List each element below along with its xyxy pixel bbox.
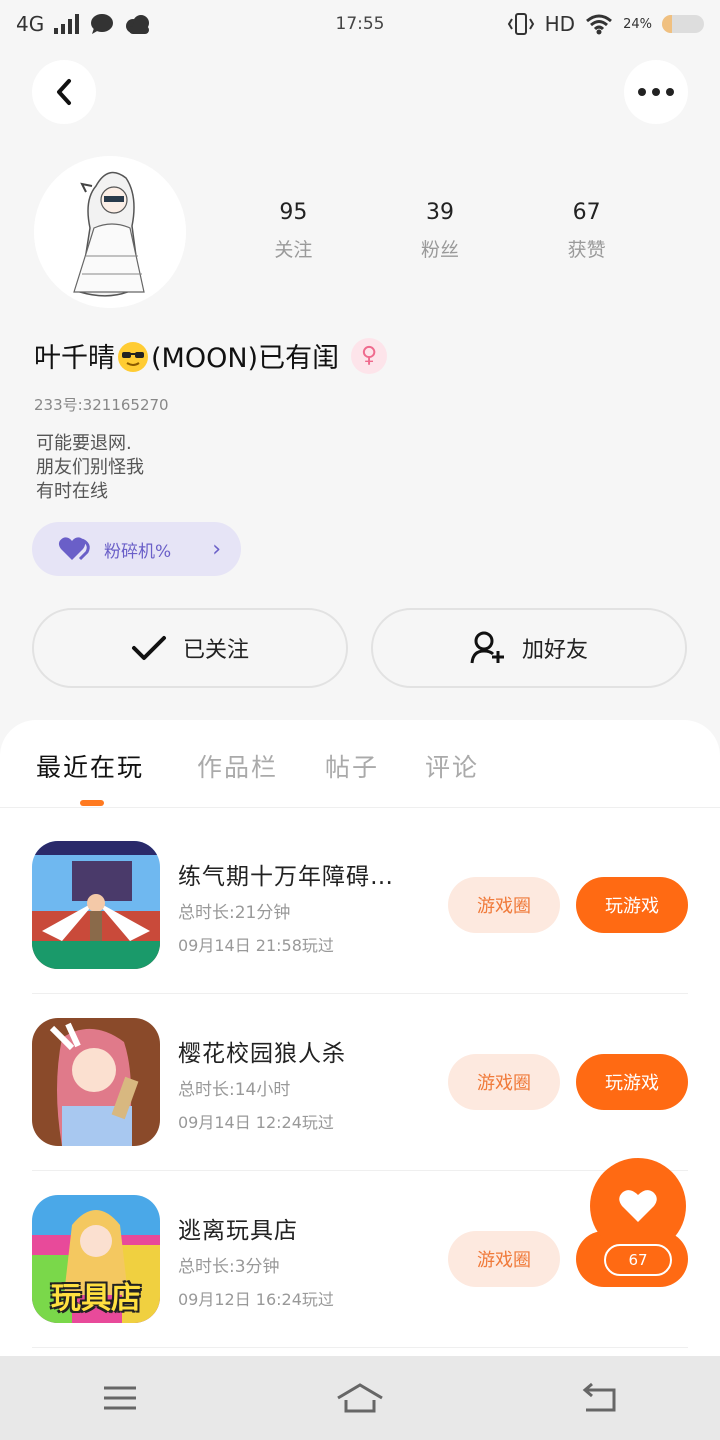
tab-posts[interactable]: 帖子 — [325, 748, 379, 784]
stat-label: 关注 — [274, 239, 313, 261]
bio-line: 可能要退网. — [36, 433, 132, 454]
avatar[interactable] — [34, 156, 186, 308]
tab-recent-played[interactable]: 最近在玩 — [36, 748, 144, 784]
stat-followers[interactable]: 39 粉丝 — [367, 200, 514, 262]
chevron-right-icon: › — [212, 536, 221, 562]
stat-likes[interactable]: 67 获赞 — [513, 200, 660, 262]
back-icon — [582, 1382, 616, 1412]
nav-menu-button[interactable] — [80, 1368, 160, 1428]
game-icon[interactable]: 玩具店 — [32, 1195, 160, 1323]
bio-line: 有时在线 — [36, 481, 108, 502]
vibrate-icon — [507, 13, 534, 35]
menu-icon — [104, 1386, 136, 1410]
stat-value: 67 — [572, 200, 601, 225]
game-title: 逃离玩具店 — [178, 1218, 298, 1244]
tab-bar: 最近在玩 作品栏 帖子 评论 — [0, 720, 720, 808]
battery-icon — [662, 15, 704, 33]
game-cover-image — [32, 841, 160, 969]
wifi-icon — [586, 14, 613, 35]
battery-percent: 24% — [623, 16, 652, 32]
active-tab-indicator — [80, 800, 104, 806]
female-gender-icon: ♀ — [351, 337, 388, 374]
more-button[interactable] — [624, 60, 688, 124]
system-nav-bar — [0, 1356, 720, 1440]
game-title: 练气期十万年障碍… — [178, 864, 394, 890]
like-count-badge: 67 — [604, 1244, 672, 1276]
add-friend-button[interactable]: 加好友 — [371, 608, 687, 688]
message-icon — [91, 14, 114, 34]
game-circle-button[interactable]: 游戏圈 — [448, 1231, 560, 1287]
check-icon — [131, 636, 166, 660]
battery-level-fill — [662, 15, 673, 33]
status-bar: 4G 17:55 HD 24% — [0, 0, 720, 48]
hd-label: HD — [544, 12, 576, 36]
status-right: HD 24% — [507, 12, 704, 36]
signal-icon — [54, 14, 80, 34]
bio-line: 朋友们别怪我 — [36, 457, 144, 478]
game-list-item[interactable]: 练气期十万年障碍… 总时长:21分钟 09月14日 21:58玩过 游戏圈 玩游… — [32, 841, 688, 1018]
like-fab-button[interactable] — [590, 1158, 686, 1254]
tab-comments[interactable]: 评论 — [425, 748, 479, 784]
play-game-button[interactable]: 玩游戏 — [576, 1054, 688, 1110]
avatar-illustration — [34, 156, 186, 308]
following-label: 已关注 — [182, 638, 249, 663]
game-icon[interactable] — [32, 841, 160, 969]
divider — [32, 1347, 688, 1348]
profile-stats: 95 关注 39 粉丝 67 获赞 — [220, 200, 660, 262]
game-last-played: 09月12日 16:24玩过 — [178, 1290, 334, 1309]
game-list-item[interactable]: 樱花校园狼人杀 总时长:14小时 09月14日 12:24玩过 游戏圈 玩游戏 — [32, 1018, 688, 1195]
game-duration: 总时长:14小时 — [178, 1080, 291, 1100]
stat-following[interactable]: 95 关注 — [220, 200, 367, 262]
user-id: 233号:321165270 — [34, 396, 169, 414]
game-duration: 总时长:3分钟 — [178, 1257, 280, 1277]
play-game-button[interactable]: 玩游戏 — [576, 877, 688, 933]
level-label: 粉碎机% — [104, 541, 172, 562]
username-suffix: (MOON)已有闺 — [151, 343, 340, 374]
add-user-icon — [470, 631, 504, 664]
bio: 可能要退网. 朋友们别怪我 有时在线 — [36, 432, 144, 504]
game-icon[interactable] — [32, 1018, 160, 1146]
username: 叶千晴 (MOON)已有闺 ♀ — [34, 336, 388, 375]
more-dots-icon — [638, 88, 674, 96]
game-circle-button[interactable]: 游戏圈 — [448, 877, 560, 933]
following-button[interactable]: 已关注 — [32, 608, 348, 688]
divider — [32, 1170, 688, 1171]
game-last-played: 09月14日 12:24玩过 — [178, 1113, 334, 1132]
stat-value: 95 — [279, 200, 308, 225]
tab-works[interactable]: 作品栏 — [197, 748, 278, 784]
sunglasses-emoji-icon — [118, 342, 148, 372]
game-last-played: 09月14日 21:58玩过 — [178, 936, 334, 955]
cloud-icon — [126, 15, 150, 34]
divider — [32, 993, 688, 994]
stat-label: 粉丝 — [421, 239, 460, 261]
nav-back-button[interactable] — [560, 1368, 640, 1428]
status-left: 4G — [16, 12, 152, 36]
game-list-item[interactable]: 玩具店 逃离玩具店 总时长:3分钟 09月12日 16:24玩过 游戏圈 玩游戏 — [32, 1195, 688, 1356]
back-button[interactable] — [32, 60, 96, 124]
game-circle-button[interactable]: 游戏圈 — [448, 1054, 560, 1110]
heart-icon — [619, 1190, 657, 1222]
game-icon-label: 玩具店 — [51, 1281, 141, 1316]
chevron-left-icon — [57, 79, 71, 105]
add-friend-label: 加好友 — [521, 638, 588, 663]
network-label: 4G — [16, 12, 45, 36]
home-icon — [337, 1383, 383, 1413]
username-prefix: 叶千晴 — [34, 343, 115, 374]
game-duration: 总时长:21分钟 — [178, 903, 291, 923]
level-badge[interactable]: 粉碎机% › — [32, 522, 241, 576]
game-cover-image — [32, 1018, 160, 1146]
purple-heart-icon — [58, 537, 90, 561]
game-title: 樱花校园狼人杀 — [178, 1041, 346, 1067]
stat-value: 39 — [426, 200, 454, 225]
stat-label: 获赞 — [567, 239, 606, 261]
nav-home-button[interactable] — [320, 1368, 400, 1428]
